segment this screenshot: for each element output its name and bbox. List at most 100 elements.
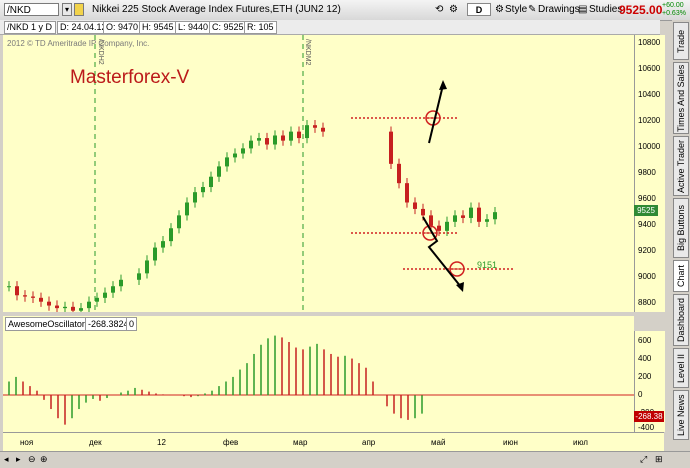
candle-body (453, 215, 457, 222)
candle-body (249, 140, 253, 149)
price-tick: 10000 (638, 142, 661, 151)
symbol-input[interactable]: /NKD (4, 3, 59, 16)
gear-icon[interactable]: ⚙ (449, 2, 458, 17)
candle-body (193, 192, 197, 203)
time-tick: апр (362, 438, 376, 447)
low-value: L: 9440 (175, 21, 212, 34)
price-tick: 9000 (638, 272, 656, 281)
oscillator-value: -268.3824 (85, 317, 132, 331)
time-tick: фев (223, 438, 239, 447)
tab-level-ii[interactable]: Level II (673, 348, 689, 388)
period-button[interactable]: D (467, 3, 491, 16)
zoom-reset-icon[interactable]: ⊞ (655, 454, 663, 465)
symbol-dropdown-button[interactable]: ▾ (62, 3, 72, 16)
candle-body (421, 208, 425, 216)
studies-button[interactable]: Studies (589, 2, 622, 17)
time-tick: дек (89, 438, 102, 447)
oscillator-name[interactable]: AwesomeOscillator (5, 317, 88, 331)
zoom-out-icon[interactable]: ⊖ (28, 454, 36, 465)
tab-live-news[interactable]: Live News (673, 390, 689, 440)
price-tick: 10800 (638, 38, 661, 47)
candle-body (217, 166, 221, 177)
drawings-button[interactable]: Drawings (538, 2, 580, 17)
candle-body (305, 125, 309, 139)
candles-group (7, 120, 497, 312)
candle-body (153, 247, 157, 261)
candle-body (119, 279, 123, 287)
candle-body (265, 138, 269, 145)
time-tick: мар (293, 438, 308, 447)
symbol-link-button[interactable] (74, 3, 84, 16)
osc-tick: 0 (638, 390, 643, 399)
price-tick: 10600 (638, 64, 661, 73)
oscillator-svg (3, 335, 634, 425)
share-icon[interactable]: ⟲ (435, 2, 443, 17)
candle-body (493, 212, 497, 220)
price-tick: 8800 (638, 298, 656, 307)
price-tick: 10200 (638, 116, 661, 125)
close-value: C: 9525 (209, 21, 247, 34)
up-arrow-head (439, 80, 447, 90)
candle-body (225, 157, 229, 167)
side-tab-bar: Trade Times And Sales Active Trader Big … (672, 20, 690, 450)
osc-tick: -400 (638, 423, 655, 432)
tab-trade[interactable]: Trade (673, 22, 689, 60)
high-value: H: 9545 (139, 21, 177, 34)
candle-body (281, 135, 285, 141)
osc-tick: 400 (638, 354, 652, 363)
scroll-left-icon[interactable]: ◂ (4, 454, 9, 465)
candle-body (161, 241, 165, 248)
price-chart[interactable]: /NKDH2 /NKDM2 9151 2012 © TD Ameritrade … (3, 35, 634, 312)
studies-icon[interactable]: ▤ (578, 2, 587, 17)
candle-body (445, 221, 449, 231)
open-value: O: 9470 (103, 21, 142, 34)
candle-body (389, 131, 393, 164)
zoom-in-icon[interactable]: ⊕ (40, 454, 48, 465)
date-value: D: 24.04.12 (57, 21, 110, 34)
style-button[interactable]: Style (505, 2, 527, 17)
tab-dashboard[interactable]: Dashboard (673, 294, 689, 346)
style-icon[interactable]: ⚙ (495, 2, 504, 17)
tab-big-buttons[interactable]: Big Buttons (673, 198, 689, 258)
candle-body (413, 202, 417, 209)
scroll-right-icon[interactable]: ▸ (16, 454, 21, 465)
up-arrow-line[interactable] (428, 84, 444, 144)
candle-body (461, 215, 465, 218)
candle-body (485, 219, 489, 222)
candle-body (63, 306, 67, 309)
oscillator-extra: 0 (126, 317, 138, 331)
candle-body (257, 138, 261, 141)
candle-body (321, 127, 325, 132)
candle-body (79, 308, 83, 311)
candle-body (169, 228, 173, 242)
price-axis[interactable]: 10800 10600 10400 10200 10000 9800 9600 … (634, 35, 665, 312)
range-value: R: 105 (244, 21, 277, 34)
tab-active-trader[interactable]: Active Trader (673, 136, 689, 196)
marker-label-2: /NKDM2 (304, 39, 311, 66)
candle-body (71, 306, 75, 311)
oscillator-chart[interactable] (3, 331, 634, 432)
candle-body (313, 125, 317, 128)
candle-body (469, 207, 473, 218)
expand-icon[interactable]: ⤢ (640, 454, 647, 465)
target-value-label: 9151 (477, 260, 497, 270)
candle-body (111, 286, 115, 293)
last-oscillator-tag: -268.38 (634, 411, 664, 422)
chart-toolbar: /NKD ▾ Nikkei 225 Stock Average Index Fu… (0, 0, 690, 21)
candle-body (477, 207, 481, 222)
time-tick: май (431, 438, 446, 447)
time-tick: ноя (20, 438, 34, 447)
candle-body (31, 296, 35, 298)
last-price-tag: 9525 (634, 205, 658, 216)
candle-body (23, 295, 27, 297)
tab-times-and-sales[interactable]: Times And Sales (673, 62, 689, 134)
drawings-icon[interactable]: ✎ (528, 2, 536, 17)
tab-chart[interactable]: Chart (673, 260, 689, 292)
instrument-title: Nikkei 225 Stock Average Index Futures,E… (92, 4, 341, 15)
candle-body (241, 148, 245, 154)
candle-body (273, 135, 277, 145)
candle-body (103, 292, 107, 298)
time-axis[interactable]: ноя дек 12 фев мар апр май июн июл (3, 432, 664, 451)
candle-body (15, 286, 19, 296)
time-tick: 12 (157, 438, 166, 447)
